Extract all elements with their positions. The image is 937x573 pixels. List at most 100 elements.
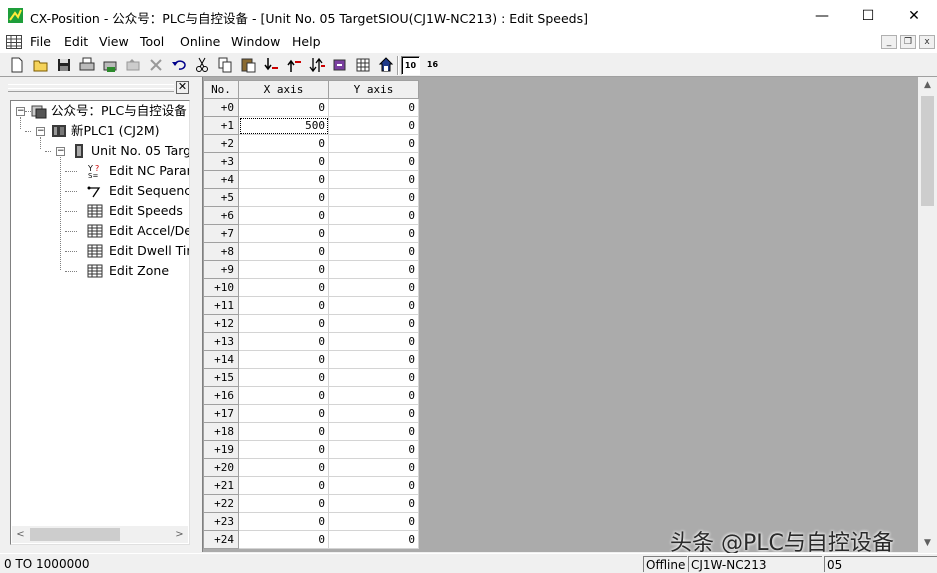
- decimal-display-button[interactable]: 10: [401, 56, 420, 75]
- table-row: +18 0 0: [203, 422, 419, 441]
- y-axis-speed-cell[interactable]: 0: [328, 368, 419, 387]
- paste-icon[interactable]: [239, 56, 257, 74]
- tree-horizontal-scrollbar[interactable]: < >: [12, 526, 188, 543]
- copy-icon[interactable]: [216, 56, 234, 74]
- menu-window[interactable]: Window: [231, 34, 280, 49]
- y-axis-speed-cell[interactable]: 0: [328, 170, 419, 189]
- y-axis-speed-cell[interactable]: 0: [328, 386, 419, 405]
- menu-view[interactable]: View: [99, 34, 129, 49]
- x-axis-speed-cell[interactable]: 0: [238, 404, 329, 423]
- x-axis-speed-cell[interactable]: 0: [238, 476, 329, 495]
- x-axis-speed-cell[interactable]: 0: [238, 206, 329, 225]
- maximize-button[interactable]: ☐: [845, 0, 891, 32]
- x-axis-speed-cell[interactable]: 0: [238, 530, 329, 549]
- x-axis-speed-cell[interactable]: 0: [238, 296, 329, 315]
- scroll-down-icon[interactable]: ▼: [918, 535, 937, 552]
- x-axis-speed-cell[interactable]: 0: [238, 314, 329, 333]
- scroll-left-icon[interactable]: <: [12, 526, 29, 543]
- x-axis-speed-cell[interactable]: 0: [238, 332, 329, 351]
- y-axis-speed-cell[interactable]: 0: [328, 206, 419, 225]
- minimize-button[interactable]: —: [799, 0, 845, 32]
- undo-icon[interactable]: [170, 56, 188, 74]
- network-icon[interactable]: [377, 56, 395, 74]
- print-preview-icon[interactable]: [101, 56, 119, 74]
- y-axis-speed-cell[interactable]: 0: [328, 242, 419, 261]
- close-button[interactable]: ✕: [891, 0, 937, 32]
- x-axis-speed-cell[interactable]: 0: [238, 224, 329, 243]
- x-axis-speed-cell[interactable]: 0: [238, 260, 329, 279]
- y-axis-speed-cell[interactable]: 0: [328, 494, 419, 513]
- x-axis-speed-cell[interactable]: 500: [238, 116, 329, 135]
- transfer-icon[interactable]: [124, 56, 142, 74]
- x-axis-speed-cell[interactable]: 0: [238, 188, 329, 207]
- child-window-icon[interactable]: [6, 35, 22, 49]
- x-axis-speed-cell[interactable]: 0: [238, 440, 329, 459]
- x-axis-speed-cell[interactable]: 0: [238, 458, 329, 477]
- x-axis-speed-cell[interactable]: 0: [238, 368, 329, 387]
- y-axis-speed-cell[interactable]: 0: [328, 350, 419, 369]
- y-axis-speed-cell[interactable]: 0: [328, 224, 419, 243]
- y-axis-speed-cell[interactable]: 0: [328, 422, 419, 441]
- y-axis-speed-cell[interactable]: 0: [328, 296, 419, 315]
- compare-icon[interactable]: [308, 56, 326, 74]
- download-icon[interactable]: [262, 56, 280, 74]
- delete-icon[interactable]: [147, 56, 165, 74]
- menu-file[interactable]: File: [30, 34, 51, 49]
- pane-grip[interactable]: [8, 88, 174, 92]
- y-axis-speed-cell[interactable]: 0: [328, 512, 419, 531]
- hex-display-button[interactable]: 16: [423, 56, 442, 75]
- scroll-right-icon[interactable]: >: [171, 526, 188, 543]
- collapse-icon[interactable]: −: [16, 107, 25, 116]
- x-axis-speed-cell[interactable]: 0: [238, 152, 329, 171]
- y-axis-speed-cell[interactable]: 0: [328, 134, 419, 153]
- save-icon[interactable]: [55, 56, 73, 74]
- x-axis-speed-cell[interactable]: 0: [238, 170, 329, 189]
- y-axis-speed-cell[interactable]: 0: [328, 476, 419, 495]
- menu-online[interactable]: Online: [180, 34, 220, 49]
- close-pane-icon[interactable]: ✕: [176, 81, 189, 94]
- upload-icon[interactable]: [285, 56, 303, 74]
- x-axis-speed-cell[interactable]: 0: [238, 386, 329, 405]
- x-axis-speed-cell[interactable]: 0: [238, 512, 329, 531]
- x-axis-speed-cell[interactable]: 0: [238, 278, 329, 297]
- x-axis-speed-cell[interactable]: 0: [238, 422, 329, 441]
- y-axis-speed-cell[interactable]: 0: [328, 116, 419, 135]
- x-axis-speed-cell[interactable]: 0: [238, 134, 329, 153]
- y-axis-speed-cell[interactable]: 0: [328, 458, 419, 477]
- mdi-close-button[interactable]: x: [919, 35, 935, 49]
- menu-tool[interactable]: Tool: [140, 34, 164, 49]
- new-icon[interactable]: [8, 56, 26, 74]
- scroll-up-icon[interactable]: ▲: [918, 77, 937, 94]
- mdi-minimize-button[interactable]: _: [881, 35, 897, 49]
- open-icon[interactable]: [32, 56, 50, 74]
- grid-icon[interactable]: [354, 56, 372, 74]
- scrollbar-thumb[interactable]: [30, 528, 120, 541]
- x-axis-speed-cell[interactable]: 0: [238, 98, 329, 117]
- y-axis-speed-cell[interactable]: 0: [328, 314, 419, 333]
- collapse-icon[interactable]: −: [36, 127, 45, 136]
- mdi-restore-button[interactable]: ❐: [900, 35, 916, 49]
- x-axis-speed-cell[interactable]: 0: [238, 494, 329, 513]
- x-axis-speed-cell[interactable]: 0: [238, 350, 329, 369]
- collapse-icon[interactable]: −: [56, 147, 65, 156]
- y-axis-speed-cell[interactable]: 0: [328, 260, 419, 279]
- y-axis-speed-cell[interactable]: 0: [328, 530, 419, 549]
- y-axis-speed-cell[interactable]: 0: [328, 440, 419, 459]
- y-axis-speed-cell[interactable]: 0: [328, 188, 419, 207]
- monitor-icon[interactable]: [331, 56, 349, 74]
- column-header-y-axis[interactable]: Y axis: [328, 80, 419, 99]
- vertical-scrollbar[interactable]: ▲ ▼: [918, 77, 937, 552]
- x-axis-speed-cell[interactable]: 0: [238, 242, 329, 261]
- y-axis-speed-cell[interactable]: 0: [328, 98, 419, 117]
- print-icon[interactable]: [78, 56, 96, 74]
- column-header-no[interactable]: No.: [203, 80, 239, 99]
- menu-edit[interactable]: Edit: [64, 34, 88, 49]
- menu-help[interactable]: Help: [292, 34, 321, 49]
- y-axis-speed-cell[interactable]: 0: [328, 332, 419, 351]
- cut-icon[interactable]: [193, 56, 211, 74]
- y-axis-speed-cell[interactable]: 0: [328, 152, 419, 171]
- scrollbar-thumb[interactable]: [921, 96, 934, 206]
- y-axis-speed-cell[interactable]: 0: [328, 404, 419, 423]
- y-axis-speed-cell[interactable]: 0: [328, 278, 419, 297]
- column-header-x-axis[interactable]: X axis: [238, 80, 329, 99]
